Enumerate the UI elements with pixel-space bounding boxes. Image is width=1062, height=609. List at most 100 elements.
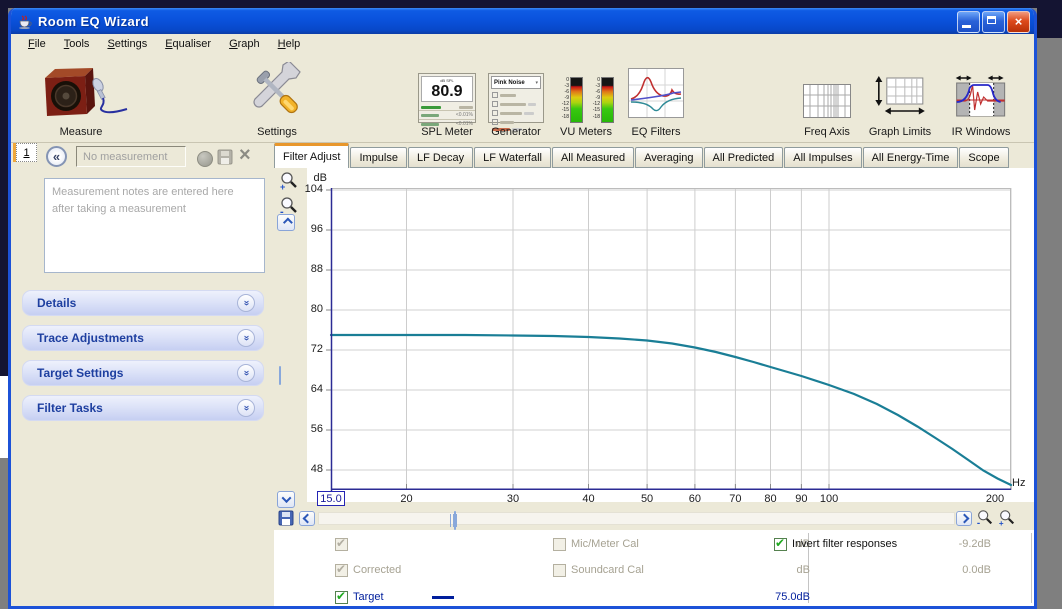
menu-item-help[interactable]: Help <box>269 36 310 52</box>
spl-meter-reading: 80.9 <box>422 83 472 100</box>
svg-text:+: + <box>999 519 1004 527</box>
toolbar-label-graph-limits: Graph Limits <box>869 126 931 138</box>
tab-all-impulses[interactable]: All Impulses <box>784 147 861 168</box>
scroll-up-button[interactable] <box>277 214 295 231</box>
window-title: Room EQ Wizard <box>38 14 149 29</box>
chevron-down-icon: » <box>237 364 255 382</box>
zoom-in-x-button[interactable]: + <box>997 509 1017 532</box>
vu-scale-right: 0 -3 -6 -9 -12 -15 -18 <box>589 77 600 123</box>
toolbar-label-vu-meters: VU Meters <box>560 126 612 138</box>
toolbar-button-graph-limits[interactable]: Graph Limits <box>869 56 931 138</box>
desktop-strip-topright <box>1037 0 1062 38</box>
desktop: Room EQ Wizard × File Tools Settings Equ… <box>0 0 1062 609</box>
generator-icon: Pink Noise ▾ <box>488 73 544 123</box>
mic-meter-cal-checkbox[interactable] <box>553 538 566 551</box>
invert-filter-responses-checkbox[interactable]: ✔ <box>774 538 787 551</box>
scroll-down-button[interactable] <box>277 491 295 508</box>
measurement-tab-1[interactable]: 1 <box>16 143 37 162</box>
chevron-down-icon: » <box>237 294 255 312</box>
close-button[interactable]: × <box>1007 11 1030 33</box>
measurement-name-field[interactable] <box>76 146 186 167</box>
menu-item-tools[interactable]: Tools <box>55 36 99 52</box>
chevron-down-icon: » <box>237 329 255 347</box>
section-filter-tasks[interactable]: Filter Tasks » <box>22 395 264 421</box>
h-scrollbar[interactable] <box>318 512 955 525</box>
tab-filter-adjust[interactable]: Filter Adjust <box>274 143 349 168</box>
tab-averaging[interactable]: Averaging <box>635 147 702 168</box>
zoom-in-y-button[interactable]: + <box>279 171 299 196</box>
settings-icon <box>248 62 306 123</box>
corrected-checkbox[interactable]: ✔ <box>335 564 348 577</box>
generator-selection: Pink Noise <box>494 80 525 86</box>
maximize-button[interactable] <box>982 11 1005 33</box>
tab-all-energy-time[interactable]: All Energy-Time <box>863 147 959 168</box>
trace-checkbox[interactable]: ✔ <box>335 538 348 551</box>
section-details[interactable]: Details » <box>22 290 264 316</box>
toolbar-button-vu-meters[interactable]: 0 -3 -6 -9 -12 -15 -18 0 -3 -6 -9 -12 -1… <box>558 56 614 138</box>
toolbar-label-measure: Measure <box>60 126 103 138</box>
freq-axis-icon <box>803 84 851 123</box>
x-axis-unit: Hz <box>1012 477 1025 489</box>
svg-text:+: + <box>280 182 285 191</box>
toolbar-button-generator[interactable]: Pink Noise ▾ Generator <box>488 56 544 138</box>
vu-meters-icon: 0 -3 -6 -9 -12 -15 -18 0 -3 -6 -9 -12 -1… <box>558 77 614 123</box>
desktop-strip-left <box>0 0 8 376</box>
section-filter-tasks-label: Filter Tasks <box>37 401 237 415</box>
toolbar-button-eq-filters[interactable]: EQ Filters <box>628 56 684 138</box>
soundcard-cal-value: 0.0dB <box>943 564 991 576</box>
menu-item-graph[interactable]: Graph <box>220 36 269 52</box>
svg-text:-: - <box>977 518 980 527</box>
minimize-button[interactable] <box>957 11 980 33</box>
scroll-right-button[interactable] <box>956 511 972 526</box>
measurement-notes-input[interactable] <box>44 178 265 273</box>
section-target-settings-label: Target Settings <box>37 366 237 380</box>
scroll-left-button[interactable] <box>299 511 315 526</box>
tab-lf-decay[interactable]: LF Decay <box>408 147 473 168</box>
invert-filter-responses-label: Invert filter responses <box>792 538 897 550</box>
spl-meter-row1: <0.01% <box>456 112 473 118</box>
tab-impulse[interactable]: Impulse <box>350 147 407 168</box>
collapse-panel-button[interactable]: « <box>46 146 67 167</box>
save-measurement-button[interactable] <box>217 149 233 170</box>
desktop-strip-left-white <box>0 376 8 458</box>
tab-scope[interactable]: Scope <box>959 147 1008 168</box>
soundcard-cal-checkbox[interactable] <box>553 564 566 577</box>
tab-lf-waterfall[interactable]: LF Waterfall <box>474 147 551 168</box>
title-bar[interactable]: Room EQ Wizard × <box>11 8 1034 34</box>
h-scrollbar-thumb[interactable] <box>454 511 456 530</box>
tab-all-predicted[interactable]: All Predicted <box>704 147 784 168</box>
section-target-settings[interactable]: Target Settings » <box>22 360 264 386</box>
x-min-input[interactable]: 15.0 <box>317 491 345 506</box>
chart-page: + - 104968880726456482030405060708090100… <box>274 168 1034 606</box>
section-trace-adjustments[interactable]: Trace Adjustments » <box>22 325 264 351</box>
app-icon <box>17 13 33 29</box>
menu-item-equaliser[interactable]: Equaliser <box>156 36 220 52</box>
section-trace-adjustments-label: Trace Adjustments <box>37 331 237 345</box>
plot-area[interactable] <box>331 188 1011 490</box>
maximize-icon <box>987 16 996 24</box>
tab-all-measured[interactable]: All Measured <box>552 147 634 168</box>
app-window: Room EQ Wizard × File Tools Settings Equ… <box>8 8 1037 609</box>
toolbar-label-freq-axis: Freq Axis <box>804 126 850 138</box>
target-checkbox[interactable]: ✔ <box>335 591 348 604</box>
y-axis-unit: dB <box>305 172 327 184</box>
graph-limits-icon <box>874 76 926 123</box>
zoom-out-x-button[interactable]: - <box>975 509 995 532</box>
toolbar-label-eq-filters: EQ Filters <box>632 126 681 138</box>
menu-item-settings[interactable]: Settings <box>98 36 156 52</box>
measure-icon <box>31 64 131 123</box>
graph-tab-bar: Filter Adjust Impulse LF Decay LF Waterf… <box>274 143 1034 168</box>
ir-windows-icon <box>955 74 1007 123</box>
toolbar-button-measure[interactable]: Measure <box>31 56 131 138</box>
toolbar-button-settings[interactable]: Settings <box>248 56 306 138</box>
v-scrollbar-thumb[interactable] <box>279 366 281 385</box>
target-value: 75.0dB <box>765 591 810 603</box>
spl-meter-icon: dB SPL 80.9 <0.01% <0.01% <box>418 73 476 123</box>
legend-divider <box>1031 533 1032 603</box>
toolbar-button-freq-axis[interactable]: Freq Axis <box>803 56 851 138</box>
delete-measurement-button[interactable]: × <box>239 144 251 167</box>
toolbar-button-ir-windows[interactable]: IR Windows <box>952 56 1011 138</box>
menu-item-file[interactable]: File <box>19 36 55 52</box>
save-graph-button[interactable] <box>278 510 294 531</box>
toolbar-button-spl-meter[interactable]: dB SPL 80.9 <0.01% <0.01% SPL Meter <box>418 56 476 138</box>
